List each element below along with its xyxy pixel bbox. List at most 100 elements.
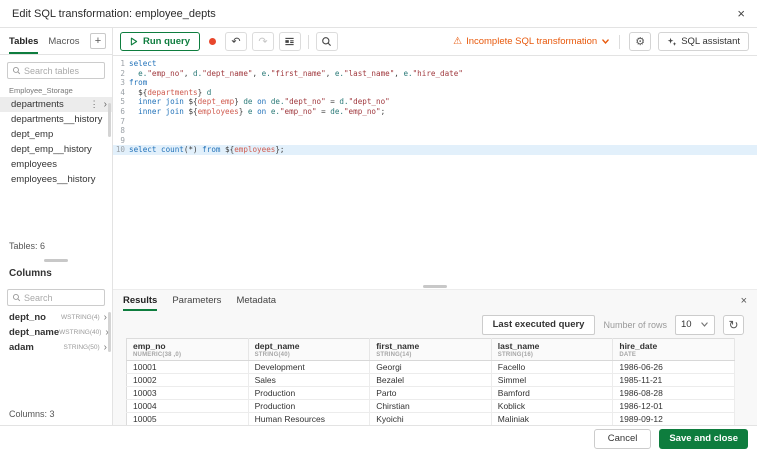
tab-metadata[interactable]: Metadata [236, 290, 276, 311]
chevron-right-icon[interactable]: › [104, 99, 107, 110]
play-icon [130, 37, 138, 46]
table-cell: Facello [491, 360, 614, 374]
editor-toolbar: Run query ↶ ↷ ⚠ Incomplete SQL transform… [113, 28, 757, 56]
undo-button[interactable]: ↶ [224, 32, 247, 51]
line-number: 2 [120, 68, 125, 78]
table-item[interactable]: employees__history [0, 172, 112, 187]
tab-tables[interactable]: Tables [9, 28, 39, 54]
table-row[interactable]: 10005 Human Resources Kyoichi Maliniak 1989-… [126, 412, 735, 426]
table-cell: 10002 [126, 373, 249, 387]
search-columns-input[interactable]: Search [7, 289, 105, 306]
code-line[interactable]: 8 [113, 126, 757, 136]
code-line[interactable]: 4 ${departments} d [113, 88, 757, 98]
table-cell: 1985-11-21 [612, 373, 735, 387]
close-results-icon[interactable]: × [741, 295, 747, 307]
table-item[interactable]: departments__history [0, 112, 112, 127]
last-executed-query-button[interactable]: Last executed query [481, 314, 596, 335]
format-code-button[interactable] [278, 32, 301, 51]
table-cell: Human Resources [248, 412, 371, 426]
search-tables-input[interactable]: Search tables [7, 62, 105, 79]
refresh-results-button[interactable]: ↻ [723, 314, 744, 335]
code-line[interactable]: 9 [113, 136, 757, 146]
add-table-button[interactable]: + [90, 33, 106, 49]
run-query-button[interactable]: Run query [120, 32, 200, 51]
save-and-close-button[interactable]: Save and close [659, 428, 748, 449]
code-text: inner join ${dept_emp} de on de."dept_no… [129, 97, 390, 107]
code-line[interactable]: 7 [113, 117, 757, 127]
search-columns-placeholder: Search [24, 292, 53, 303]
code-line[interactable]: 5 inner join ${dept_emp} de on de."dept_… [113, 97, 757, 107]
chevron-right-icon[interactable]: › [104, 312, 107, 323]
search-code-button[interactable] [315, 32, 338, 51]
table-item[interactable]: employees [0, 157, 112, 172]
sidebar-splitter[interactable] [0, 257, 112, 264]
more-options-icon[interactable]: ⋮ [90, 99, 99, 110]
sql-code-editor[interactable]: 1 select 2 e."emp_no", d."dept_name", e."f… [113, 56, 757, 283]
column-header[interactable]: dept_name STRING(40) [248, 338, 371, 361]
code-token: inner join [138, 97, 184, 107]
table-item-label: employees__history [11, 174, 96, 185]
code-token: de. [270, 97, 285, 107]
table-row[interactable]: 10002 Sales Bezalel Simmel 1985-11-21 [126, 373, 735, 387]
columns-section-title: Columns [9, 268, 52, 279]
column-header[interactable]: hire_date DATE [612, 338, 735, 361]
code-text: e."emp_no", d."dept_name", e."first_name… [129, 69, 463, 79]
settings-button[interactable]: ⚙ [629, 32, 652, 51]
table-cell: Georgi [369, 360, 492, 374]
code-line[interactable]: 1 select [113, 59, 757, 69]
table-row[interactable]: 10001 Development Georgi Facello 1986-06-26 [126, 360, 735, 374]
column-item[interactable]: dept_no WSTRING(4) › [0, 310, 112, 325]
toolbar-divider [307, 34, 309, 49]
columns-scrollbar[interactable] [108, 312, 111, 352]
code-line[interactable]: 2 e."emp_no", d."dept_name", e."first_na… [113, 69, 757, 79]
redo-button[interactable]: ↷ [251, 32, 274, 51]
code-token: select [129, 59, 157, 68]
column-item[interactable]: dept_nameWSTRING(40)› [0, 325, 112, 340]
results-tabs: Results Parameters Metadata × [113, 290, 757, 311]
table-row[interactable]: 10004 Production Chirstian Koblick 1986-12-0… [126, 399, 735, 413]
table-cell: Production [248, 386, 371, 400]
tab-results[interactable]: Results [123, 290, 158, 311]
code-lines: 1 select 2 e."emp_no", d."dept_name", e."f… [113, 59, 757, 155]
column-header[interactable]: first_name STRING(14) [369, 338, 492, 361]
content-row: Tables Macros + Search tables Employee_S… [0, 28, 757, 439]
code-token: "hire_date" [412, 68, 463, 78]
tab-parameters[interactable]: Parameters [172, 290, 221, 311]
code-line[interactable]: 3 from [113, 78, 757, 88]
tab-macros[interactable]: Macros [48, 28, 79, 54]
rows-count-select[interactable]: 10 [675, 314, 715, 335]
search-icon [12, 66, 21, 75]
column-item[interactable]: adam STRING(50) › [0, 340, 112, 355]
code-token: , [252, 68, 262, 78]
table-cell: Development [248, 360, 371, 374]
cancel-button[interactable]: Cancel [593, 428, 652, 449]
column-header[interactable]: last_name STRING(16) [491, 338, 614, 361]
table-cell: Bezalel [369, 373, 492, 387]
chevron-right-icon[interactable]: › [104, 342, 107, 353]
sql-assistant-button[interactable]: SQL assistant [658, 32, 749, 51]
table-item-label: employees [11, 159, 57, 170]
column-header[interactable]: emp_no NUMERIC(38 ,0) [126, 338, 249, 361]
code-line[interactable]: 10 select count(*) from ${employees}; [113, 145, 757, 155]
code-token: ${ [225, 145, 235, 155]
validation-warning-dropdown[interactable]: ⚠ Incomplete SQL transformation [453, 36, 610, 47]
code-text: select [129, 59, 156, 69]
column-header-type: STRING(16) [497, 352, 534, 358]
table-item[interactable]: dept_emp [0, 127, 112, 142]
close-icon[interactable]: × [737, 7, 745, 20]
code-line[interactable]: 6 inner join ${employees} e on e."emp_no… [113, 107, 757, 117]
table-item[interactable]: dept_emp__history [0, 142, 112, 157]
format-icon [285, 37, 295, 46]
code-token: ${ [188, 97, 198, 107]
code-token: d. [193, 68, 203, 78]
table-row[interactable]: 10003 Production Parto Bamford 1986-08-28 [126, 386, 735, 400]
tables-scrollbar[interactable] [108, 103, 111, 137]
code-token: "emp_no" [147, 68, 184, 78]
sql-transformation-editor: Edit SQL transformation: employee_depts … [0, 0, 757, 451]
code-token: e. [261, 68, 271, 78]
code-token: "first_name" [270, 68, 326, 78]
table-item[interactable]: departments ⋮ › [0, 97, 112, 112]
